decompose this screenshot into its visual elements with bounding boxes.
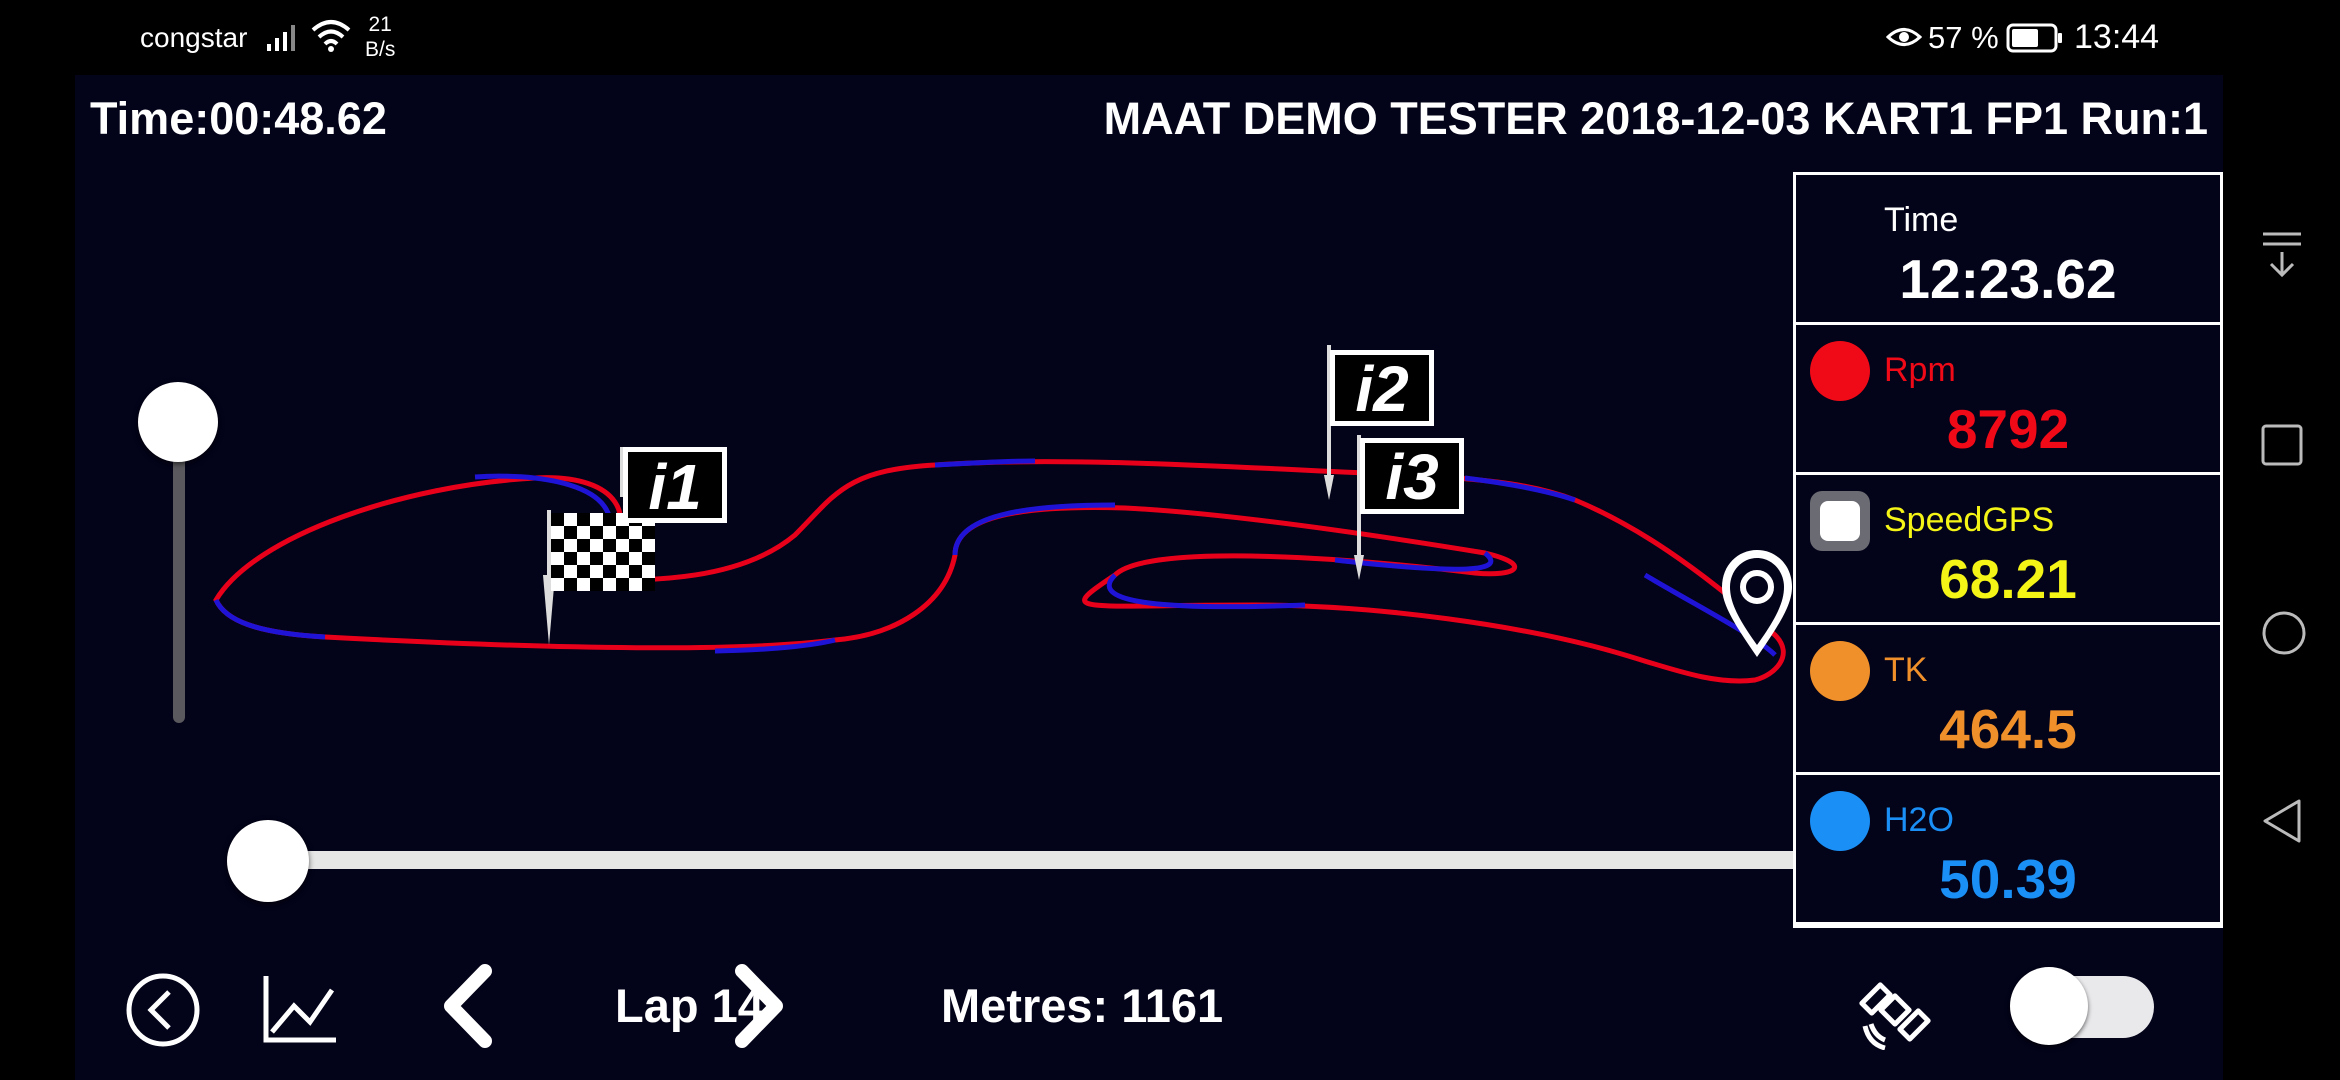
clock: 13:44 (2074, 18, 2160, 56)
panel-row-value: 12:23.62 (1899, 248, 2117, 310)
split-i1-label: i1 (648, 451, 701, 523)
panel-row-name: Time (1884, 201, 1959, 239)
h2o-color-dot[interactable] (1810, 791, 1870, 851)
data-rate-value: 21 (368, 13, 392, 36)
panel-row-h2o[interactable]: H2O 50.39 (1796, 775, 2220, 925)
track-sector-blue (1464, 475, 1576, 503)
split-i3-flag-icon[interactable]: i3 (1354, 435, 1464, 580)
status-bar: congstar 21 B/s 57 % 13:44 (0, 0, 2340, 75)
prev-lap-icon[interactable] (437, 963, 497, 1054)
panel-row-name: Rpm (1884, 351, 1956, 389)
back-icon[interactable] (123, 970, 203, 1055)
notification-pull-icon[interactable] (2261, 230, 2303, 285)
start-finish-flag-icon[interactable] (543, 510, 655, 645)
panel-row-name: TK (1884, 651, 1928, 689)
carrier-name: congstar (140, 22, 248, 53)
panel-row-speedgps[interactable]: SpeedGPS 68.21 (1796, 475, 2220, 625)
data-rate-unit: B/s (365, 38, 396, 61)
tk-color-dot[interactable] (1810, 641, 1870, 701)
split-i3-label: i3 (1385, 441, 1438, 513)
split-i2-label: i2 (1355, 353, 1408, 425)
satellite-icon (1857, 970, 1937, 1055)
panel-row-rpm[interactable]: Rpm 8792 (1796, 325, 2220, 475)
panel-row-tk[interactable]: TK 464.5 (1796, 625, 2220, 775)
zoom-slider-track[interactable] (173, 423, 185, 723)
speedgps-checkbox[interactable] (1810, 491, 1870, 551)
panel-row-time: Time 12:23.62 (1796, 175, 2220, 325)
signal-icon (266, 22, 302, 57)
metres-readout: Metres: 1161 (941, 979, 1224, 1032)
home-icon[interactable] (2261, 610, 2307, 661)
session-title: MAAT DEMO TESTER 2018-12-03 KART1 FP1 Ru… (1103, 93, 2208, 144)
battery-percent: 57 % (1928, 20, 1999, 55)
playback-slider-thumb[interactable] (227, 820, 309, 902)
panel-row-value: 50.39 (1939, 848, 2077, 910)
panel-row-name: H2O (1884, 801, 1954, 839)
track-sector-blue (213, 598, 326, 640)
battery-icon (2006, 22, 2064, 59)
panel-row-value: 68.21 (1939, 548, 2077, 610)
panel-row-value: 464.5 (1939, 698, 2077, 760)
track-sector-blue (1106, 573, 1306, 610)
system-nav-bar (2223, 0, 2340, 1080)
split-i1-flag-icon[interactable]: i1 (620, 447, 727, 523)
zoom-slider-thumb[interactable] (138, 382, 218, 462)
panel-row-name: SpeedGPS (1884, 501, 2055, 539)
gps-toggle-knob[interactable] (2010, 967, 2088, 1045)
chart-icon[interactable] (260, 968, 340, 1053)
data-rate: 21 B/s (365, 12, 395, 62)
rpm-color-dot[interactable] (1810, 341, 1870, 401)
panel-row-value: 8792 (1946, 398, 2070, 460)
next-lap-icon[interactable] (730, 963, 790, 1054)
wifi-icon (310, 18, 352, 59)
back-nav-icon[interactable] (2261, 798, 2303, 849)
telemetry-panel: Time 12:23.62 Rpm 8792 SpeedGPS 68.21 TK… (1793, 172, 2223, 928)
eye-icon (1885, 22, 1923, 57)
recents-icon[interactable] (2261, 424, 2303, 471)
playback-slider-track[interactable] (270, 851, 1850, 869)
elapsed-time: Time:00:48.62 (90, 93, 387, 144)
gps-toggle[interactable] (2010, 967, 2154, 1045)
